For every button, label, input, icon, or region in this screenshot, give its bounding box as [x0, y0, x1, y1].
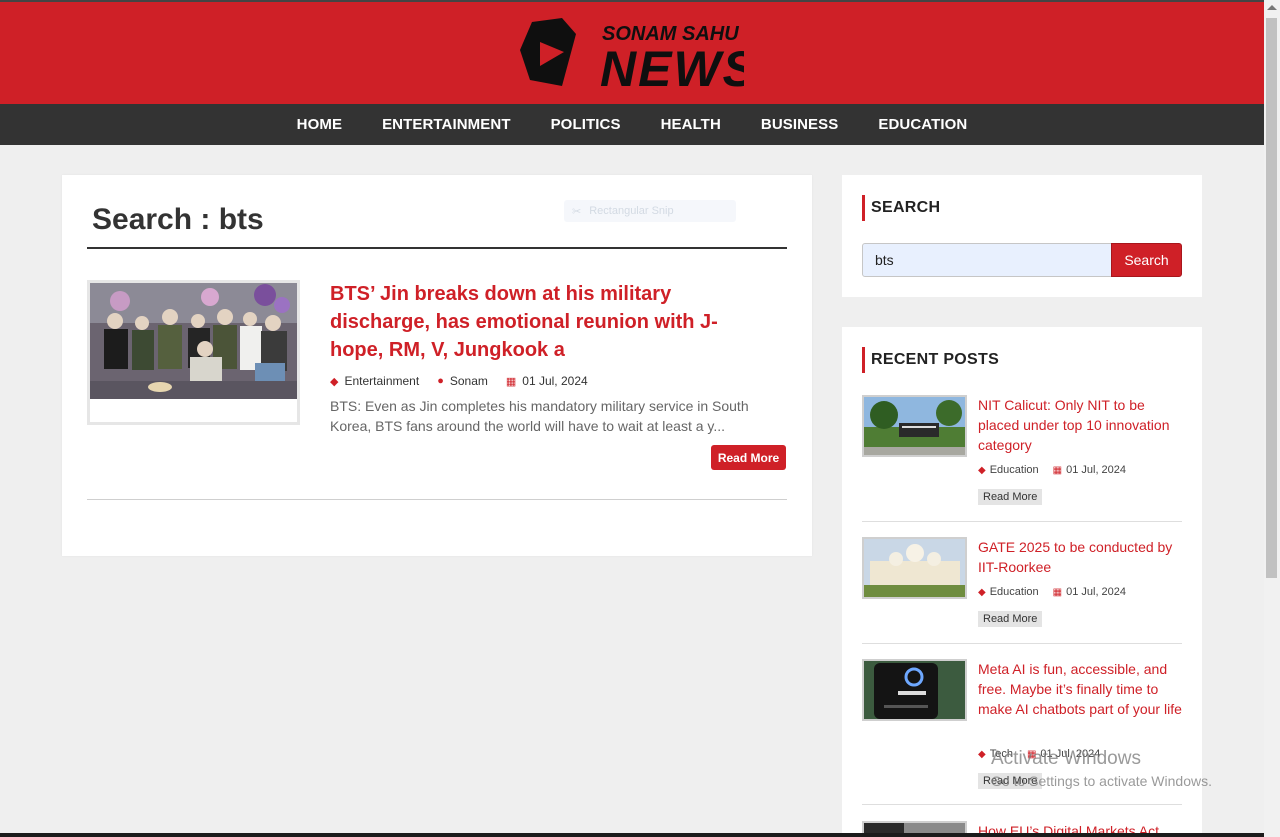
nav-business[interactable]: BUSINESS: [761, 116, 839, 133]
scroll-up-icon[interactable]: [1267, 5, 1277, 10]
nav-home[interactable]: HOME: [297, 116, 342, 133]
recent-post-category[interactable]: Education: [990, 464, 1039, 476]
snip-label: Rectangular Snip: [589, 205, 674, 217]
user-icon: ●: [437, 375, 444, 387]
iit-roorkee-image: [864, 539, 965, 597]
recent-post-title[interactable]: Meta AI is fun, accessible, and free. Ma…: [978, 659, 1182, 719]
activate-windows-hint: Go to Settings to activate Windows.: [991, 773, 1212, 789]
recent-post-title[interactable]: NIT Calicut: Only NIT to be placed under…: [978, 395, 1182, 455]
post-category[interactable]: Entertainment: [344, 374, 419, 388]
post-date: 01 Jul, 2024: [522, 374, 588, 388]
bts-photo-image: [90, 283, 297, 399]
snip-icon: ✂: [572, 205, 582, 218]
page-title: Search : bts: [92, 203, 264, 236]
tag-icon: ◆: [978, 586, 986, 598]
calendar-icon: ▦: [505, 375, 517, 388]
calendar-icon: ▦: [1052, 464, 1063, 476]
post-meta: ◆ Entertainment ● Sonam ▦ 01 Jul, 2024: [330, 374, 588, 388]
nav-education[interactable]: EDUCATION: [878, 116, 967, 133]
recent-post-thumbnail[interactable]: [862, 537, 967, 599]
title-divider: [87, 247, 787, 249]
taskbar-edge: [0, 833, 1264, 837]
scrollbar-thumb[interactable]: [1266, 18, 1277, 578]
nav-politics[interactable]: POLITICS: [551, 116, 621, 133]
search-results-panel: Search : bts ✂ Rectangular Snip BTS’ Jin …: [62, 175, 812, 556]
nav-entertainment[interactable]: ENTERTAINMENT: [382, 116, 511, 133]
recent-posts-title: RECENT POSTS: [862, 347, 999, 373]
tag-icon: ◆: [978, 748, 986, 760]
nit-calicut-image: [864, 397, 965, 455]
post-author[interactable]: Sonam: [450, 374, 488, 388]
nav-health[interactable]: HEALTH: [661, 116, 721, 133]
search-widget-title: SEARCH: [862, 195, 940, 221]
calendar-icon: ▦: [1052, 586, 1063, 598]
recent-read-more-button[interactable]: Read More: [978, 489, 1043, 505]
recent-post-category[interactable]: Education: [990, 586, 1039, 598]
recent-post-meta: ◆ Education ▦ 01 Jul, 2024: [978, 586, 1126, 598]
recent-post-date: 01 Jul, 2024: [1066, 464, 1127, 476]
post-excerpt: BTS: Even as Jin completes his mandatory…: [330, 398, 749, 434]
search-widget: SEARCH Search: [842, 175, 1202, 297]
site-logo[interactable]: SONAM SAHU NEWS: [518, 16, 744, 90]
site-header: SONAM SAHU NEWS: [0, 2, 1264, 104]
recent-post-item: NIT Calicut: Only NIT to be placed under…: [862, 395, 1182, 515]
recent-post-thumbnail[interactable]: [862, 659, 967, 721]
meta-ai-image: [864, 661, 965, 719]
logo-line2: NEWS: [600, 41, 744, 90]
post-title-link[interactable]: BTS’ Jin breaks down at his military dis…: [330, 280, 750, 364]
post-divider: [87, 499, 787, 500]
post-thumbnail[interactable]: [87, 280, 300, 425]
vertical-scrollbar[interactable]: [1264, 0, 1280, 837]
main-nav: HOME ENTERTAINMENT POLITICS HEALTH BUSIN…: [0, 104, 1264, 145]
search-input[interactable]: [862, 243, 1112, 277]
recent-post-title[interactable]: GATE 2025 to be conducted by IIT-Roorkee: [978, 537, 1182, 577]
tag-icon: ◆: [330, 375, 339, 388]
recent-divider: [862, 804, 1182, 805]
recent-post-item: GATE 2025 to be conducted by IIT-Roorkee…: [862, 537, 1182, 637]
recent-post-thumbnail[interactable]: [862, 395, 967, 457]
recent-divider: [862, 643, 1182, 644]
recent-post-date: 01 Jul, 2024: [1066, 586, 1127, 598]
recent-read-more-button[interactable]: Read More: [978, 611, 1043, 627]
tag-icon: ◆: [978, 464, 986, 476]
rectangular-snip-overlay: ✂ Rectangular Snip: [564, 200, 736, 222]
read-more-button[interactable]: Read More: [711, 445, 786, 470]
activate-windows-watermark: Activate Windows: [991, 748, 1141, 769]
recent-divider: [862, 521, 1182, 522]
recent-post-meta: ◆ Education ▦ 01 Jul, 2024: [978, 464, 1126, 476]
search-button[interactable]: Search: [1111, 243, 1182, 277]
